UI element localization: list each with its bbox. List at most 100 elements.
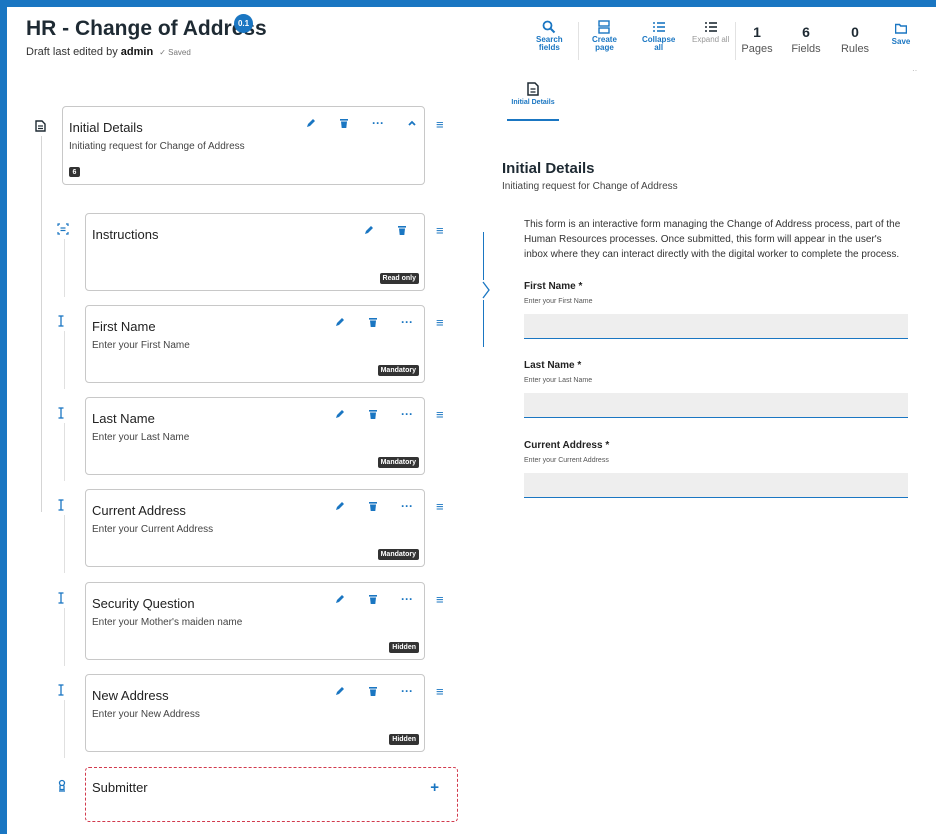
field-card[interactable]: Instructions Read only <box>85 213 425 291</box>
expand-all-label: Expand all <box>692 35 730 44</box>
field-connector-line <box>64 423 65 481</box>
field-connector-line <box>64 700 65 758</box>
page-tree-line <box>41 136 42 512</box>
preview-field-input[interactable] <box>524 314 908 339</box>
form-title: HR - Change of Address <box>26 17 267 40</box>
trash-icon[interactable] <box>396 223 408 237</box>
hamburger-drag-icon[interactable]: ≡ <box>436 500 444 513</box>
collapse-all-button[interactable]: Collapse all <box>642 20 675 52</box>
rules-stat: 0 Rules <box>832 24 878 55</box>
fields-stat: 6 Fields <box>783 24 829 55</box>
hamburger-drag-icon[interactable]: ≡ <box>436 685 444 698</box>
add-submitter-button[interactable]: + <box>430 779 439 796</box>
trash-icon[interactable] <box>367 407 379 421</box>
field-card-actions: ··· <box>333 592 413 606</box>
form-instructions-text: This form is an interactive form managin… <box>524 219 901 260</box>
field-card-title: Last Name <box>92 411 155 426</box>
saved-label: Saved <box>168 48 191 57</box>
active-tab-indicator <box>507 119 559 121</box>
search-fields-button[interactable]: Search fields <box>536 20 563 52</box>
preview-field-input[interactable] <box>524 473 908 498</box>
page-card-actions: ··· <box>304 116 418 130</box>
hamburger-drag-icon[interactable]: ≡ <box>436 593 444 606</box>
saved-status: ✓ Saved <box>159 48 191 57</box>
trash-icon[interactable] <box>338 116 350 130</box>
more-dots-icon[interactable]: ··· <box>401 684 413 698</box>
text-field-icon <box>57 592 65 606</box>
tab-initial-details[interactable]: Initial Details <box>507 82 559 106</box>
more-dots-icon[interactable]: ··· <box>401 407 413 421</box>
preview-field-label: Last Name * <box>524 360 582 371</box>
tab-label: Initial Details <box>511 99 555 106</box>
more-dots-icon[interactable]: ··· <box>372 116 384 130</box>
submitter-icon <box>57 779 67 794</box>
hamburger-drag-icon[interactable]: ≡ <box>436 316 444 329</box>
page-card-initial-details[interactable]: Initial Details Initiating request for C… <box>62 106 425 185</box>
field-card-description: Enter your Mother's maiden name <box>92 617 243 628</box>
pages-count: 1 <box>753 24 761 40</box>
create-label-2: page <box>595 43 614 52</box>
submitter-card[interactable]: Submitter + <box>85 767 458 822</box>
hamburger-drag-icon[interactable]: ≡ <box>436 224 444 237</box>
pages-stat: 1 Pages <box>734 24 780 55</box>
pencil-icon[interactable] <box>304 116 316 130</box>
pencil-icon[interactable] <box>333 499 345 513</box>
trash-icon[interactable] <box>367 684 379 698</box>
preview-field-label: First Name * <box>524 281 583 292</box>
page-card-description: Initiating request for Change of Address <box>69 141 245 152</box>
more-dots-icon[interactable]: ··· <box>401 315 413 329</box>
expand-all-icon <box>704 22 717 32</box>
field-card[interactable]: First Name Enter your First Name Mandatory… <box>85 305 425 383</box>
field-card[interactable]: Current Address Enter your Current Addres… <box>85 489 425 567</box>
field-status-badge: Hidden <box>389 734 419 745</box>
field-card-description: Enter your Last Name <box>92 432 190 443</box>
folder-icon <box>895 23 907 34</box>
more-dots-icon[interactable]: ··· <box>401 592 413 606</box>
field-status-badge: Mandatory <box>377 365 419 376</box>
field-connector-line <box>64 608 65 666</box>
preview-field-label: Current Address * <box>524 440 610 451</box>
field-card[interactable]: Security Question Enter your Mother's mai… <box>85 582 425 660</box>
version-badge: 0.1 <box>234 14 253 33</box>
pencil-icon[interactable] <box>333 684 345 698</box>
page-icon <box>527 82 539 96</box>
field-card[interactable]: New Address Enter your New Address Hidden ·… <box>85 674 425 752</box>
field-card-title: Instructions <box>92 227 159 242</box>
text-field-icon <box>57 407 65 421</box>
trash-icon[interactable] <box>367 592 379 606</box>
panel-resize-handle[interactable]: ·· <box>912 66 917 75</box>
chevron-right-icon <box>482 281 490 299</box>
preview-page-title: Initial Details <box>502 160 595 177</box>
field-card-description: Enter your Current Address <box>92 524 214 535</box>
page-field-count-badge: 6 <box>69 167 80 177</box>
field-card-actions <box>362 223 408 237</box>
instructions-icon <box>57 223 69 237</box>
fields-label: Fields <box>791 43 821 55</box>
create-page-button[interactable]: Create page <box>592 20 617 52</box>
field-card-description: Enter your New Address <box>92 709 200 720</box>
draft-status: Draft last edited by admin ✓ Saved <box>26 46 191 58</box>
field-card-actions: ··· <box>333 315 413 329</box>
collapse-panel-button[interactable] <box>478 280 494 300</box>
hamburger-drag-icon[interactable]: ≡ <box>436 408 444 421</box>
pencil-icon[interactable] <box>362 223 374 237</box>
pencil-icon[interactable] <box>333 592 345 606</box>
field-card[interactable]: Last Name Enter your Last Name Mandatory ··… <box>85 397 425 475</box>
save-button[interactable]: Save <box>888 23 914 46</box>
more-dots-icon[interactable]: ··· <box>401 499 413 513</box>
field-status-badge: Mandatory <box>377 549 419 560</box>
preview-field-hint: Enter your Current Address <box>524 457 609 464</box>
preview-field-input[interactable] <box>524 393 908 418</box>
trash-icon[interactable] <box>367 499 379 513</box>
pencil-icon[interactable] <box>333 315 345 329</box>
trash-icon[interactable] <box>367 315 379 329</box>
hamburger-drag-icon[interactable]: ≡ <box>436 118 444 131</box>
chevron-up-icon[interactable] <box>406 116 418 130</box>
field-connector-line <box>64 239 65 297</box>
preview-field-hint: Enter your Last Name <box>524 377 593 384</box>
field-card-description: Enter your First Name <box>92 340 190 351</box>
expand-all-button[interactable]: Expand all <box>692 20 729 44</box>
field-connector-line <box>64 331 65 389</box>
toolbar-divider <box>578 22 579 60</box>
pencil-icon[interactable] <box>333 407 345 421</box>
